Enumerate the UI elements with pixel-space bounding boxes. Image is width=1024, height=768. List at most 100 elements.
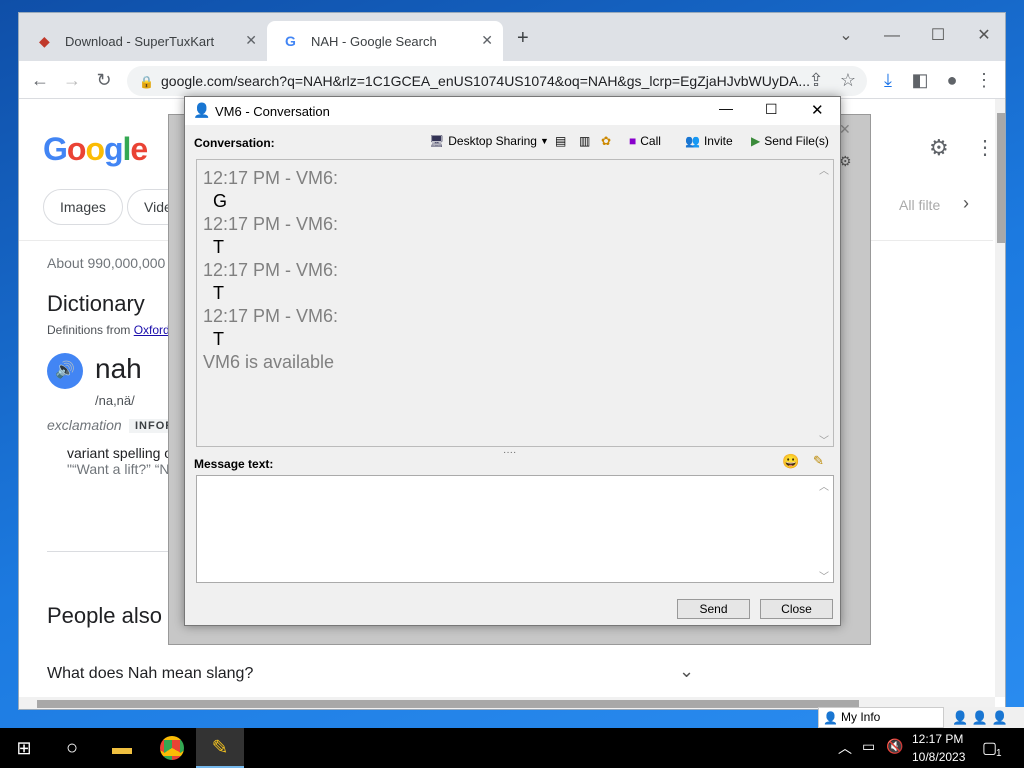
dialog-title: VM6 - Conversation	[215, 104, 330, 119]
search-icon[interactable]: ○	[48, 728, 96, 768]
chevron-up-icon[interactable]: ︿	[838, 738, 852, 758]
message-text: T	[213, 329, 224, 349]
bookmark-star-icon[interactable]: ☆	[835, 67, 861, 93]
send-files-button[interactable]: ▶ Send File(s)	[751, 134, 829, 148]
part-of-speech: exclamation	[47, 417, 122, 433]
maximize-button[interactable]: ☐	[915, 21, 961, 51]
browser-toolbar: ← → ↻ google.com/search?q=NAH&rlz=1C1GCE…	[19, 61, 1005, 99]
palette-icon[interactable]: ✿	[601, 134, 611, 148]
scroll-up-icon[interactable]: ︿	[819, 478, 829, 493]
tab-label: NAH - Google Search	[311, 33, 437, 49]
close-tab-icon[interactable]: ✕	[245, 32, 257, 49]
close-button[interactable]: ✕	[811, 101, 824, 119]
clock-date[interactable]: 10/8/2023	[912, 750, 965, 764]
status-line: VM6 is available	[203, 352, 335, 372]
monitor-icon: 🖥	[429, 134, 445, 148]
close-dialog-button[interactable]: Close	[760, 599, 833, 619]
splitter-handle[interactable]: ····	[503, 447, 516, 458]
scroll-down-icon[interactable]: ﹀	[819, 568, 829, 583]
message-input[interactable]: ︿ ﹀	[196, 475, 834, 583]
tab-supertuxkart[interactable]: ◆ Download - SuperTuxKart ✕	[21, 21, 267, 61]
chrome-icon[interactable]	[148, 728, 196, 768]
definition: variant spelling o	[67, 445, 173, 461]
message-text: T	[213, 237, 224, 257]
minimize-button[interactable]: —	[719, 100, 733, 116]
message-text: T	[213, 283, 224, 303]
emoji-icon[interactable]: 😀	[782, 453, 799, 470]
clock-time[interactable]: 12:17 PM	[912, 732, 963, 746]
all-filters[interactable]: All filte	[899, 197, 940, 213]
result-stats: About 990,000,000	[47, 255, 166, 271]
scroll-down-icon[interactable]: ﹀	[819, 432, 829, 447]
side-panel-icon[interactable]: ◧	[907, 67, 933, 93]
oxford-link[interactable]: Oxford	[134, 323, 170, 337]
scroll-up-icon[interactable]: ︿	[819, 162, 829, 177]
edit-icon[interactable]: ✎	[813, 453, 824, 469]
maximize-button[interactable]: ☐	[765, 101, 778, 118]
people-also-ask-heading: People also a	[47, 603, 181, 628]
volume-muted-icon[interactable]: 🔇	[886, 738, 903, 755]
message-timestamp: 12:17 PM - VM6:	[203, 260, 339, 280]
tab-google-search[interactable]: G NAH - Google Search ✕	[267, 21, 503, 61]
vertical-scroll-thumb[interactable]	[997, 113, 1005, 243]
back-button[interactable]: ←	[27, 67, 53, 93]
invite-button[interactable]: 👥 Invite	[685, 134, 733, 148]
tray-contacts-strip[interactable]: 👤 👤 👤	[944, 707, 1024, 728]
notifications-icon[interactable]: ▢	[982, 738, 997, 758]
message-timestamp: 12:17 PM - VM6:	[203, 214, 339, 234]
message-timestamp: 12:17 PM - VM6:	[203, 306, 339, 326]
profile-avatar-icon[interactable]: ●	[939, 67, 965, 93]
call-button[interactable]: ■ Call	[629, 134, 661, 148]
messenger-app-icon[interactable]: ✎	[196, 728, 244, 768]
close-window-button[interactable]: ✕	[961, 21, 1005, 51]
file-explorer-icon[interactable]: ▬	[98, 728, 146, 768]
settings-gear-icon[interactable]: ⚙	[929, 135, 949, 161]
google-g-icon: G	[285, 33, 296, 49]
word: nah	[95, 353, 142, 384]
download-icon[interactable]: ⤓	[875, 67, 901, 93]
definitions-from: Definitions from Oxford	[47, 323, 170, 337]
phonetic: /na,nä/	[95, 393, 135, 408]
notification-count: 1	[996, 748, 1002, 759]
dialog-titlebar[interactable]: 👤 VM6 - Conversation — ☐ ✕	[185, 97, 840, 125]
dropdown-arrow-icon: ▼	[539, 136, 549, 146]
share-icon[interactable]: ⇪	[803, 67, 829, 93]
horizontal-scroll-thumb[interactable]	[37, 700, 859, 708]
forward-button[interactable]: →	[59, 67, 85, 93]
send-button[interactable]: Send	[677, 599, 750, 619]
notes-icon[interactable]: ▤	[555, 134, 566, 148]
message-timestamp: 12:17 PM - VM6:	[203, 168, 339, 188]
close-tab-icon[interactable]: ✕	[481, 32, 493, 49]
chevron-right-icon[interactable]: ›	[963, 193, 969, 214]
tab-strip: ◆ Download - SuperTuxKart ✕ G NAH - Goog…	[19, 13, 1005, 61]
tab-label: Download - SuperTuxKart	[65, 33, 215, 49]
conversation-dialog: 👤 VM6 - Conversation — ☐ ✕ Conversation:…	[184, 96, 841, 626]
address-bar[interactable]: google.com/search?q=NAH&rlz=1C1GCEA_enUS…	[127, 66, 867, 96]
windows-start-icon[interactable]: ⊞	[0, 728, 48, 768]
google-logo[interactable]: Google	[43, 131, 148, 168]
question-item[interactable]: What does Nah mean slang?	[47, 665, 253, 683]
video-camera-icon: ■	[629, 134, 637, 148]
info-icon[interactable]: ▥	[579, 134, 590, 148]
supertuxkart-icon: ◆	[39, 33, 50, 49]
conversation-history[interactable]: 12:17 PM - VM6: G 12:17 PM - VM6: T 12:1…	[196, 159, 834, 447]
lock-icon: 🔒	[139, 75, 154, 89]
chevron-down-icon[interactable]: ⌄	[679, 661, 694, 682]
new-tab-button[interactable]: +	[517, 27, 529, 50]
tab-search-icon[interactable]: ⌄	[823, 21, 869, 51]
desktop-sharing-button[interactable]: 🖥 Desktop Sharing ▼	[429, 134, 549, 148]
my-info-panel[interactable]: 👤 My Info	[818, 707, 944, 728]
dictionary-heading: Dictionary	[47, 291, 145, 316]
speaker-icon[interactable]: 🔊	[47, 353, 83, 389]
message-text: G	[213, 191, 228, 211]
filter-images[interactable]: Images	[43, 189, 123, 225]
users-icon: 👥	[685, 134, 700, 148]
user-icon: 👤	[193, 102, 211, 118]
conversation-label: Conversation:	[194, 136, 275, 150]
reload-button[interactable]: ↻	[91, 67, 117, 93]
user-icon: 👤	[823, 711, 838, 725]
menu-kebab-icon[interactable]: ⋮	[971, 67, 997, 93]
minimize-button[interactable]: —	[869, 21, 915, 51]
message-text-label: Message text:	[194, 457, 274, 471]
network-icon[interactable]: ▭	[862, 738, 875, 755]
